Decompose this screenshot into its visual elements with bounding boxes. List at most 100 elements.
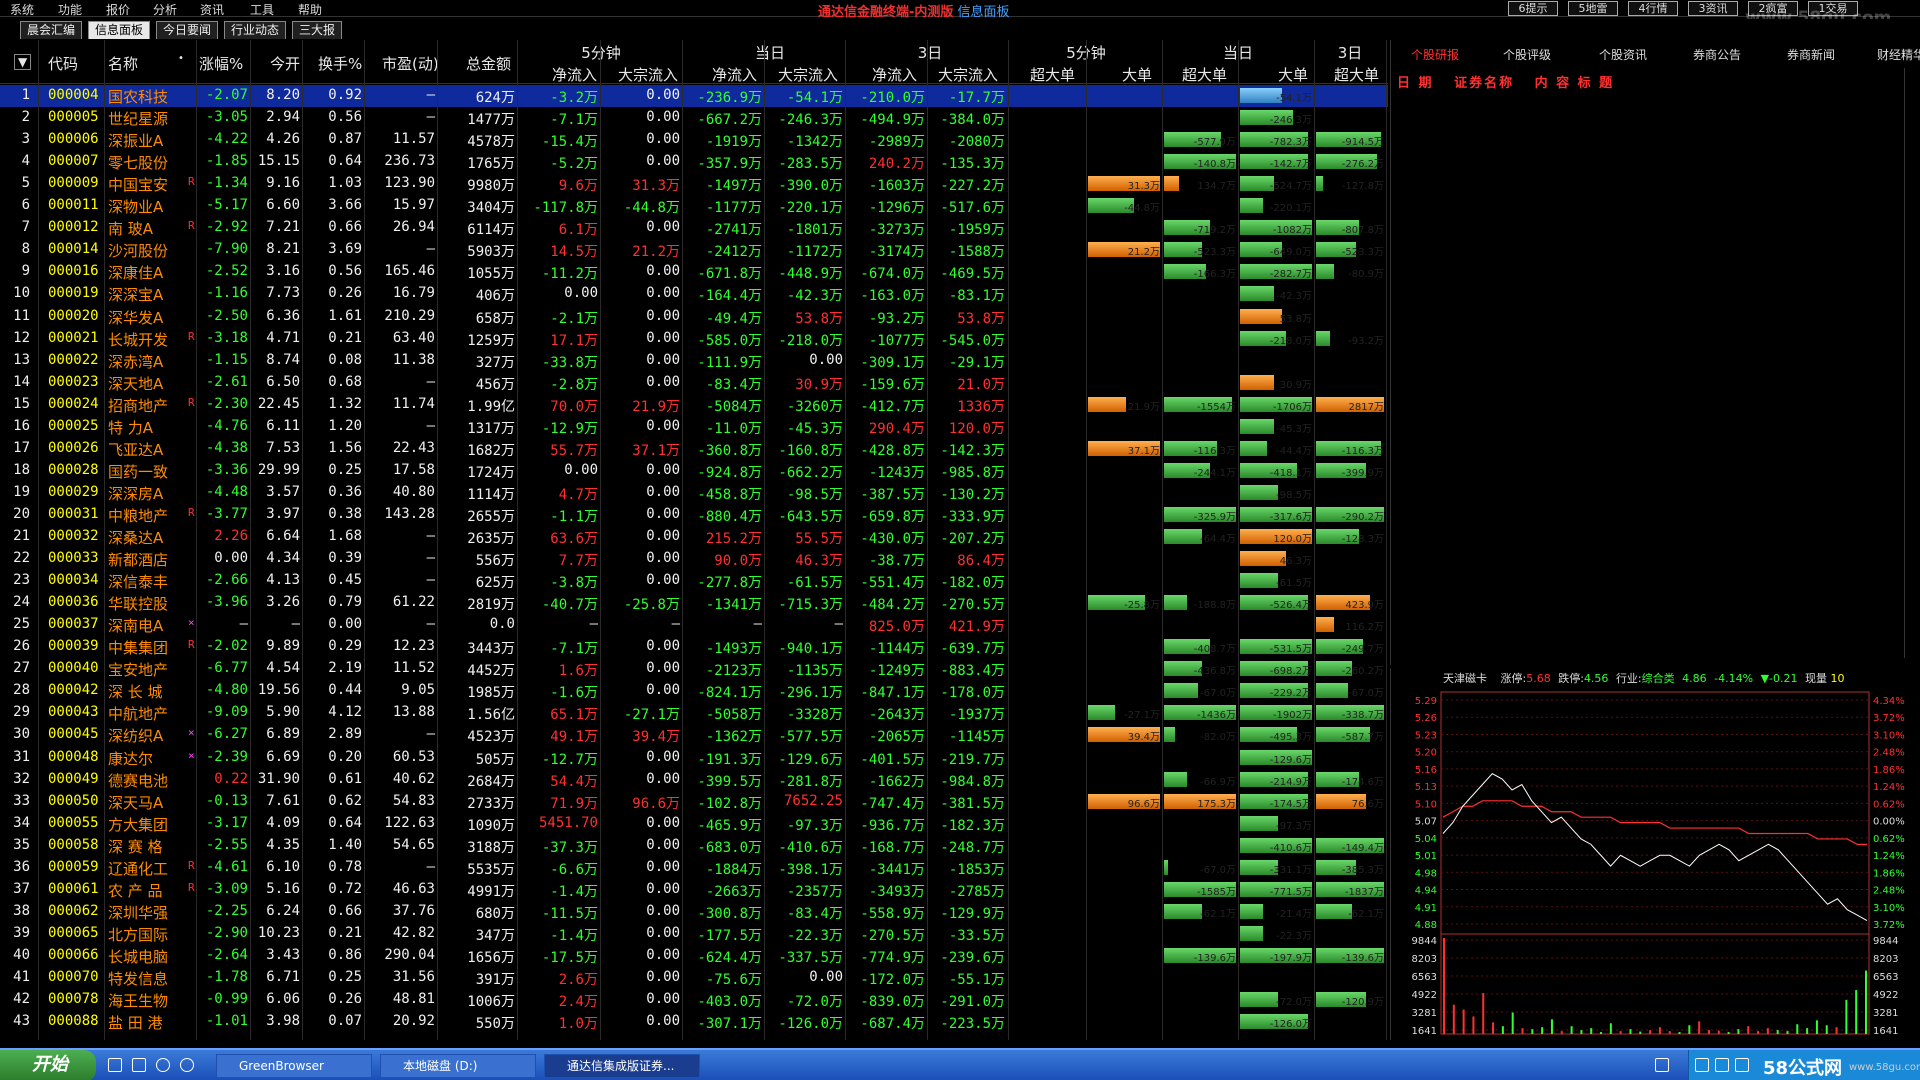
table-row[interactable]: 18 000028 国药一致 -3.36 29.99 0.25 17.58 1724万 0.00… [0, 460, 1388, 482]
col-today-net[interactable]: 净流入 [712, 64, 757, 85]
table-row[interactable]: 7 000012 南 玻A R -2.92 7.21 0.66 26.94 6114万 6.1万 0… [0, 217, 1388, 239]
tab-morning-briefing[interactable]: 晨会汇编 [20, 21, 83, 39]
table-row[interactable]: 28 000042 深 长 城 -4.80 19.56 0.44 9.05 1985万 -1.6… [0, 680, 1388, 702]
table-row[interactable]: 13 000022 深赤湾A -1.15 8.74 0.08 11.38 327万 -33.8万… [0, 350, 1388, 372]
quicklaunch-explorer-icon[interactable] [132, 1058, 146, 1072]
table-row[interactable]: 4 000007 零七股份 -1.85 15.15 0.64 236.73 1765万 -5.2… [0, 151, 1388, 173]
col-amount[interactable]: 总金额 [466, 53, 511, 74]
menu-tools[interactable]: 工具 [250, 1, 274, 18]
table-row[interactable]: 41 000070 特发信息 -1.78 6.71 0.25 31.56 391万 2.6万 0.… [0, 967, 1388, 989]
col-5min-large[interactable]: 大单 [1122, 64, 1152, 85]
table-row[interactable]: 42 000078 海王生物 -0.99 6.06 0.26 48.81 1006万 2.4万 0… [0, 989, 1388, 1011]
table-row[interactable]: 12 000021 长城开发 R -3.18 4.71 0.21 63.40 1259万 17.1… [0, 328, 1388, 350]
table-row[interactable]: 33 000050 深天马A -0.13 7.61 0.62 54.83 2733万 71.9万… [0, 791, 1388, 813]
sort-icon[interactable]: ▼ [14, 54, 32, 70]
table-row[interactable]: 39 000065 北方国际 -2.90 10.23 0.21 42.82 347万 -1.4万… [0, 923, 1388, 945]
cell-row-number: 12 [13, 329, 30, 346]
table-row[interactable]: 14 000023 深天地A -2.61 6.50 0.68 – 456万 -2.8万 0.00 -… [0, 372, 1388, 394]
col-5min-big[interactable]: 大宗流入 [618, 64, 678, 85]
col-turnover[interactable]: 换手% [318, 53, 362, 74]
info-tab-broker-news[interactable]: 券商新闻 [1787, 46, 1835, 63]
top-button-mine[interactable]: 5地雷 [1568, 1, 1618, 16]
tray-security-icon[interactable] [1735, 1058, 1749, 1072]
flow-bar [1316, 903, 1352, 919]
table-row[interactable]: 19 000029 深深房A -4.48 3.57 0.36 40.80 1114万 4.7万 0… [0, 482, 1388, 504]
table-row[interactable]: 17 000026 飞亚达A -4.38 7.53 1.56 22.43 1682万 55.7万… [0, 438, 1388, 460]
info-tab-stock-news[interactable]: 个股资讯 [1599, 46, 1647, 63]
info-tab-rating[interactable]: 个股评级 [1503, 46, 1551, 63]
menu-help[interactable]: 帮助 [298, 1, 322, 18]
table-row[interactable]: 43 000088 盐 田 港 -1.01 3.98 0.07 20.92 550万 1.0万 0… [0, 1011, 1388, 1033]
table-row[interactable]: 5 000009 中国宝安 R -1.34 9.16 1.03 123.90 9980万 9.6万… [0, 173, 1388, 195]
info-tab-broker-notice[interactable]: 券商公告 [1693, 46, 1741, 63]
col-today-big[interactable]: 大宗流入 [778, 64, 838, 85]
table-row[interactable]: 10 000019 深深宝A -1.16 7.73 0.26 16.79 406万 0.00 0.… [0, 283, 1388, 305]
table-row[interactable]: 25 000037 深南电A × – – 0.00 – 0.0 – – – – 825.0万 421.9万 1… [0, 614, 1388, 636]
tab-industry-news[interactable]: 行业动态 [224, 21, 287, 39]
table-row[interactable]: 31 000048 康达尔 × -2.39 6.69 0.20 60.53 505万 -12.7万… [0, 747, 1388, 769]
menu-quote[interactable]: 报价 [106, 1, 130, 18]
table-row[interactable]: 27 000040 宝安地产 -6.77 4.54 2.19 11.52 4452万 1.6万 0… [0, 658, 1388, 680]
top-button-hint[interactable]: 6提示 [1508, 1, 1558, 16]
tray-network-icon[interactable] [1695, 1058, 1709, 1072]
table-row[interactable]: 32 000049 德赛电池 0.22 31.90 0.61 40.62 2684万 54.4万… [0, 769, 1388, 791]
task-greenbrowser[interactable]: GreenBrowser [216, 1054, 372, 1078]
table-row[interactable]: 3 000006 深振业A -4.22 4.26 0.87 11.57 4578万 -15.4万… [0, 129, 1388, 151]
menu-function[interactable]: 功能 [58, 1, 82, 18]
col-3day-big[interactable]: 大宗流入 [938, 64, 998, 85]
table-row[interactable]: 8 000014 沙河股份 -7.90 8.21 3.69 – 5903万 14.5万 21.2万… [0, 239, 1388, 261]
table-row[interactable]: 22 000033 新都酒店 0.00 4.34 0.39 – 556万 7.7万 0.00 90.… [0, 548, 1388, 570]
table-row[interactable]: 11 000020 深华发A -2.50 6.36 1.61 210.29 658万 -2.1万… [0, 306, 1388, 328]
table-row[interactable]: 24 000036 华联控股 -3.96 3.26 0.79 61.22 2819万 -40.7… [0, 592, 1388, 614]
top-button-news[interactable]: 3资讯 [1688, 1, 1738, 16]
table-row[interactable]: 37 000061 农 产 品 R -3.09 5.16 0.72 46.63 4991万 -1.… [0, 879, 1388, 901]
tray-keyboard-icon[interactable] [1655, 1058, 1669, 1072]
task-local-disk[interactable]: 本地磁盘 (D:) [380, 1054, 536, 1078]
table-row[interactable]: 1 000004 国农科技 -2.07 8.20 0.92 – 624万 -3.2万 0.00 -2… [0, 85, 1388, 107]
tab-info-panel[interactable]: 信息面板 [88, 21, 151, 39]
col-5min-net[interactable]: 净流入 [552, 64, 597, 85]
tab-three-reports[interactable]: 三大报 [292, 21, 343, 39]
col-today-large[interactable]: 大单 [1278, 64, 1308, 85]
top-button-market[interactable]: 4行情 [1628, 1, 1678, 16]
info-scrollbar[interactable] [1904, 68, 1918, 658]
table-row[interactable]: 34 000055 方大集团 -3.17 4.09 0.64 122.63 1090万 5451… [0, 813, 1388, 835]
tab-today-news[interactable]: 今日要闻 [156, 21, 219, 39]
menu-info[interactable]: 资讯 [200, 1, 224, 18]
table-row[interactable]: 29 000043 中航地产 -9.09 5.90 4.12 13.88 1.56亿 65.1万… [0, 702, 1388, 724]
table-row[interactable]: 16 000025 特 力A -4.76 6.11 1.20 – 1317万 -12.9万 0.0… [0, 416, 1388, 438]
table-row[interactable]: 36 000059 辽通化工 R -4.61 6.10 0.78 – 5535万 -6.6万 0.0… [0, 857, 1388, 879]
table-row[interactable]: 26 000039 中集集团 R -2.02 9.89 0.29 12.23 3443万 -7.1… [0, 636, 1388, 658]
tray-volume-icon[interactable] [1715, 1058, 1729, 1072]
col-3day-super[interactable]: 超大单 [1334, 64, 1379, 85]
table-row[interactable]: 38 000062 深圳华强 -2.25 6.24 0.66 37.76 680万 -11.5万… [0, 901, 1388, 923]
col-change[interactable]: 涨幅% [199, 53, 243, 74]
table-row[interactable]: 6 000011 深物业A -5.17 6.60 3.66 15.97 3404万 -117.8… [0, 195, 1388, 217]
table-row[interactable]: 23 000034 深信泰丰 -2.66 4.13 0.45–625万 -3.8万 0.00-… [0, 570, 1388, 592]
table-row[interactable]: 40 000066 长城电脑 -2.64 3.43 0.86 290.04 1656万 -17.… [0, 945, 1388, 967]
table-row[interactable]: 15 000024 招商地产 R -2.30 22.45 1.32 11.74 1.99亿 70.… [0, 394, 1388, 416]
info-tab-research[interactable]: 个股研报 [1411, 46, 1459, 63]
table-row[interactable]: 30 000045 深纺织A × -6.27 6.89 2.89 – 4523万 49.1万 39.… [0, 724, 1388, 746]
col-name[interactable]: 名称 [108, 53, 138, 74]
menu-analysis[interactable]: 分析 [153, 1, 177, 18]
col-today-super[interactable]: 超大单 [1182, 64, 1227, 85]
table-row[interactable]: 2 000005 世纪星源 -3.05 2.94 0.56–1477万 -7.1万 0.00-… [0, 107, 1388, 129]
col-5min-super[interactable]: 超大单 [1030, 64, 1075, 85]
table-row[interactable]: 20 000031 中粮地产 R -3.77 3.97 0.38 143.28 2655万 -1.… [0, 504, 1388, 526]
col-open[interactable]: 今开 [270, 53, 300, 74]
menu-system[interactable]: 系统 [10, 1, 34, 18]
table-row[interactable]: 35 000058 深 赛 格 -2.55 4.35 1.40 54.65 3188万 -37.… [0, 835, 1388, 857]
quicklaunch-browser-icon[interactable] [180, 1058, 194, 1072]
col-code[interactable]: 代码 [48, 53, 78, 74]
info-tab-finance[interactable]: 财经精华 [1877, 46, 1920, 63]
col-3day-net[interactable]: 净流入 [872, 64, 917, 85]
quicklaunch-ie-icon[interactable] [156, 1058, 170, 1072]
table-row[interactable]: 9 000016 深康佳A -2.52 3.16 0.56 165.46 1055万 -11.2… [0, 261, 1388, 283]
quicklaunch-desktop-icon[interactable] [108, 1058, 122, 1072]
table-row[interactable]: 21 000032 深桑达A 2.26 6.64 1.68 – 2635万 63.6万 0.00 2… [0, 526, 1388, 548]
task-tdx[interactable]: 通达信集成版证券... [544, 1054, 700, 1078]
start-button[interactable]: 开始 [0, 1050, 96, 1080]
col-pe[interactable]: 市盈(动) [382, 53, 439, 74]
mini-chart-svg[interactable]: 5.29 4.34% 5.26 3.72% 5.23 3.10% 5.20 2.48% 5.16… [1391, 686, 1919, 1038]
